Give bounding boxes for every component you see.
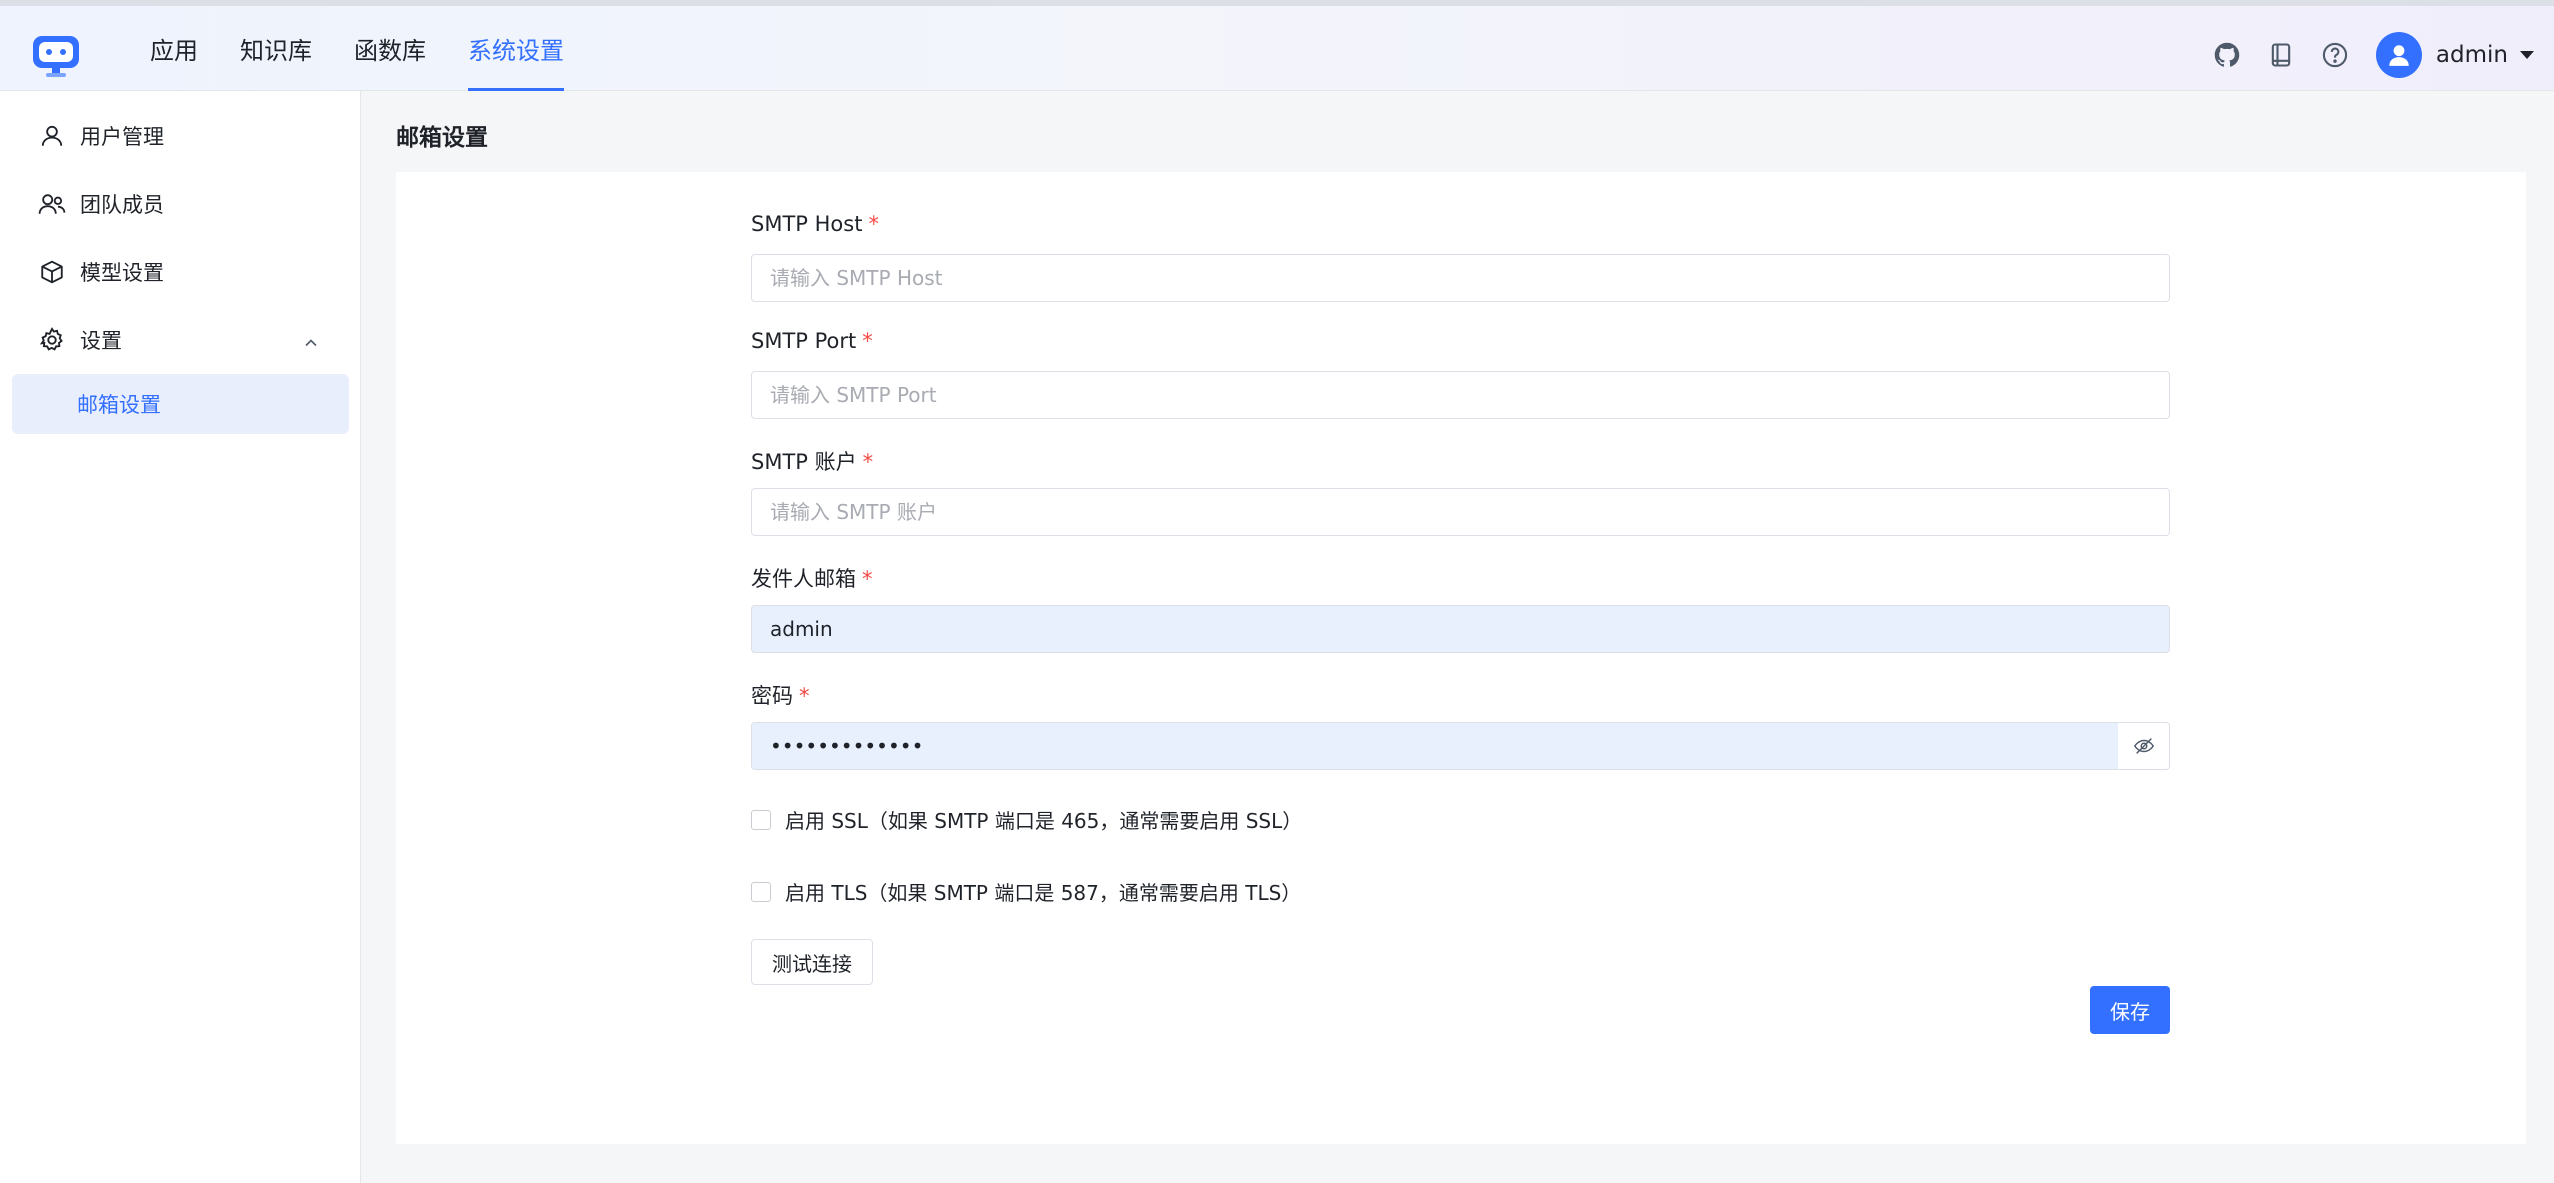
test-connection-button[interactable]: 测试连接 (751, 939, 873, 985)
required-mark: * (868, 212, 879, 236)
smtp-host-label-text: SMTP Host (751, 212, 863, 236)
sidebar-item-label: 团队成员 (80, 193, 164, 217)
app-logo-icon[interactable] (31, 32, 81, 78)
ssl-checkbox-label: 启用 SSL（如果 SMTP 端口是 465，通常需要启用 SSL） (785, 809, 1303, 833)
avatar (2375, 31, 2422, 78)
nav-knowledge-base[interactable]: 知识库 (240, 6, 312, 91)
tls-checkbox-row[interactable]: 启用 TLS（如果 SMTP 端口是 587，通常需要启用 TLS） (751, 877, 1301, 906)
user-icon (36, 120, 68, 152)
smtp-port-label-text: SMTP Port (751, 329, 857, 353)
required-mark: * (862, 450, 874, 474)
top-nav: 应用 知识库 函数库 系统设置 (150, 6, 606, 91)
smtp-port-input[interactable] (751, 371, 2170, 419)
smtp-host-label: SMTP Host * (751, 212, 879, 236)
book-icon[interactable] (2264, 38, 2298, 72)
ssl-checkbox-row[interactable]: 启用 SSL（如果 SMTP 端口是 465，通常需要启用 SSL） (751, 805, 1302, 834)
sender-email-label-text: 发件人邮箱 (751, 567, 856, 591)
page-title: 邮箱设置 (396, 125, 488, 151)
user-menu[interactable]: admin (2372, 31, 2534, 78)
gear-icon (36, 324, 68, 356)
smtp-account-input[interactable] (751, 488, 2170, 536)
sidebar: 用户管理 团队成员 模型设置 设置 邮箱设置 (0, 91, 361, 1183)
password-input[interactable] (752, 723, 2118, 769)
nav-system-settings[interactable]: 系统设置 (468, 6, 564, 91)
smtp-account-label-text: SMTP 账户 (751, 450, 857, 474)
chevron-up-icon[interactable] (303, 332, 319, 356)
nav-apps[interactable]: 应用 (150, 6, 198, 91)
tls-checkbox-label: 启用 TLS（如果 SMTP 端口是 587，通常需要启用 TLS） (785, 881, 1302, 905)
password-label-text: 密码 (751, 684, 793, 708)
top-header: 应用 知识库 函数库 系统设置 admin (0, 0, 2554, 91)
sidebar-item-label: 用户管理 (80, 125, 164, 149)
settings-card (396, 172, 2526, 1144)
required-mark: * (862, 567, 873, 591)
sender-email-input[interactable] (751, 605, 2170, 653)
nav-function-library[interactable]: 函数库 (354, 6, 426, 91)
team-icon (36, 188, 68, 220)
header-actions: admin (2210, 12, 2534, 97)
tls-checkbox[interactable] (751, 881, 771, 902)
password-label: 密码 * (751, 680, 810, 710)
sidebar-item-model-settings[interactable]: 模型设置 (12, 242, 349, 302)
sidebar-item-email-settings[interactable]: 邮箱设置 (12, 374, 349, 434)
smtp-host-input[interactable] (751, 254, 2170, 302)
help-icon[interactable] (2318, 38, 2352, 72)
ssl-checkbox[interactable] (751, 809, 771, 830)
sidebar-item-user-management[interactable]: 用户管理 (12, 106, 349, 166)
eye-hidden-icon[interactable] (2119, 723, 2169, 769)
sidebar-item-label: 设置 (80, 329, 122, 353)
user-name: admin (2435, 41, 2508, 68)
sidebar-item-team-members[interactable]: 团队成员 (12, 174, 349, 234)
save-button[interactable]: 保存 (2090, 986, 2170, 1034)
smtp-port-label: SMTP Port * (751, 329, 873, 353)
password-field (751, 722, 2170, 770)
required-mark: * (799, 684, 810, 708)
sidebar-item-label: 模型设置 (80, 261, 164, 285)
sender-email-label: 发件人邮箱 * (751, 563, 873, 593)
required-mark: * (862, 329, 873, 353)
sidebar-sub-item-label: 邮箱设置 (77, 393, 161, 417)
sidebar-item-settings[interactable]: 设置 (12, 310, 349, 370)
github-icon[interactable] (2210, 38, 2244, 72)
smtp-account-label: SMTP 账户 * (751, 446, 873, 476)
cube-icon (36, 256, 68, 288)
caret-down-icon (2520, 50, 2534, 59)
